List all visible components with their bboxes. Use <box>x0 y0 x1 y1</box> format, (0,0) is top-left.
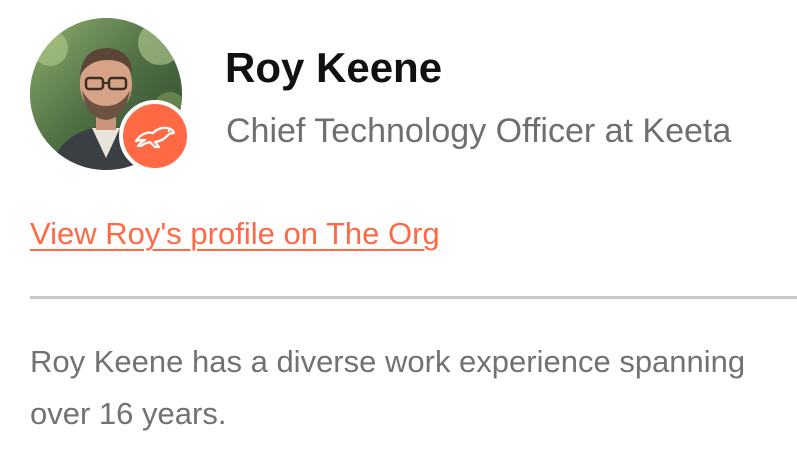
view-profile-link[interactable]: View Roy's profile on The Org <box>30 212 440 256</box>
divider <box>30 296 797 299</box>
cheetah-logo-icon <box>119 100 191 172</box>
profile-name: Roy Keene <box>225 44 443 91</box>
avatar-wrap <box>30 18 191 172</box>
profile-bio: Roy Keene has a diverse work experience … <box>30 344 746 431</box>
profile-title: Chief Technology Officer at Keeta <box>226 112 732 150</box>
profile-card: Roy Keene Chief Technology Officer at Ke… <box>0 0 797 472</box>
